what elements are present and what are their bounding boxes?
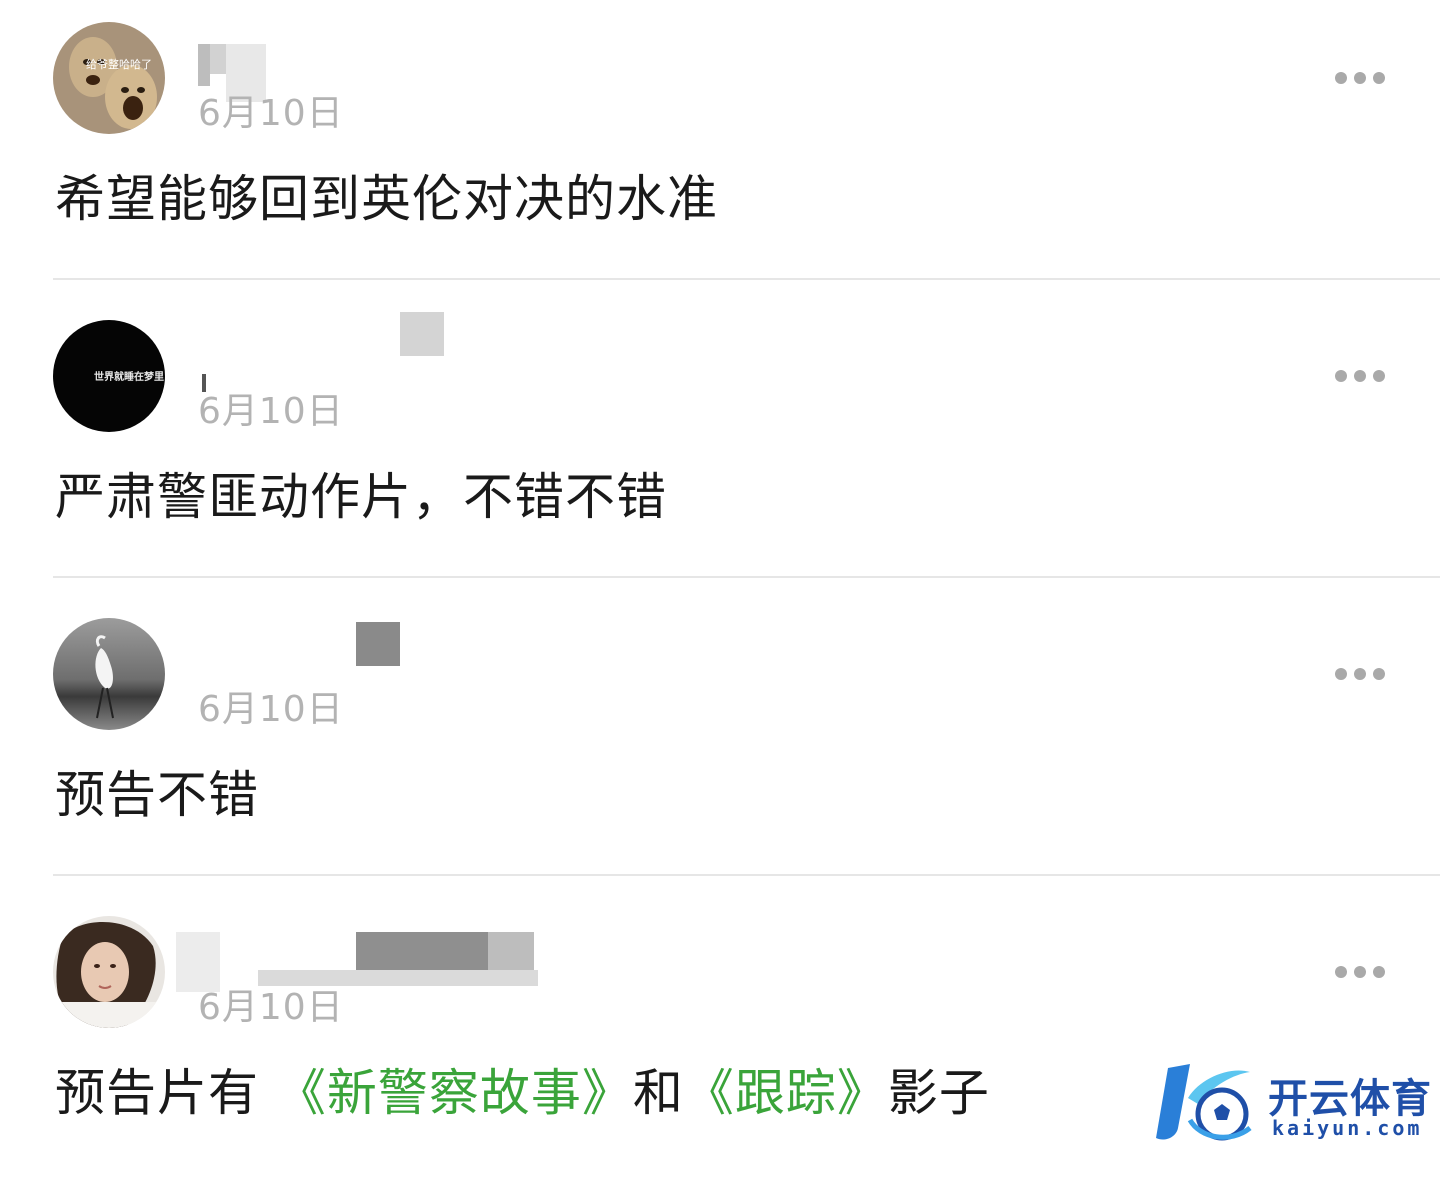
divider [53,576,1440,578]
comment-date: 6月10日 [198,391,344,432]
dot-icon [1335,72,1347,84]
watermark-domain: kaiyun.com [1272,1116,1423,1140]
avatar-caption: 世界就睡在梦里 [94,370,164,383]
dot-icon [1373,966,1385,978]
username-redacted[interactable] [198,618,558,690]
divider [53,278,1440,280]
dot-icon [1373,370,1385,382]
comment-text-segment: 预告不错 [55,766,259,824]
comment-text-segment: 影子 [887,1064,990,1122]
dot-icon [1373,72,1385,84]
dot-icon [1335,668,1347,680]
woman-portrait-avatar-icon [53,916,165,1028]
comment-item: 6月10日 预告不错 [0,596,1440,894]
k-soccer-logo-icon [1156,1064,1252,1141]
egret-beach-avatar-icon [53,618,165,730]
movie-title-link[interactable]: 《跟踪》 [684,1064,888,1122]
comment-date: 6月10日 [198,987,344,1028]
avatar[interactable] [53,916,165,1028]
avatar[interactable]: 给爷整哈哈了 [53,22,165,134]
comment-text-segment: 严肃警匪动作片，不错不错 [55,468,667,526]
comment-text: 严肃警匪动作片，不错不错 [55,462,667,532]
dot-icon [1354,370,1366,382]
dot-icon [1354,72,1366,84]
comment-text-segment: 希望能够回到英伦对决的水准 [55,170,718,228]
divider [53,874,1440,876]
comment-date: 6月10日 [198,93,344,134]
comment-date: 6月10日 [198,689,344,730]
comment-text-segment: 预告片有 [55,1064,276,1122]
dot-icon [1335,370,1347,382]
comment-text: 希望能够回到英伦对决的水准 [55,164,718,234]
more-options-button[interactable] [1335,364,1385,388]
more-options-button[interactable] [1335,960,1385,984]
avatar[interactable] [53,618,165,730]
dot-icon [1354,668,1366,680]
dot-icon [1373,668,1385,680]
comment-text: 预告不错 [55,760,259,830]
dot-icon [1354,966,1366,978]
comment-item: 世界就睡在梦里 6月10日 严肃警匪动作片，不错不错 [0,298,1440,596]
comment-text-segment: 和 [632,1064,684,1122]
dark-text-avatar-icon: 世界就睡在梦里 [53,320,165,432]
watermark-logo: 开云体育 kaiyun.com [1150,1058,1431,1148]
comment-item: 给爷整哈哈了 6月10日 希望能够回到英伦对决的水准 [0,0,1440,298]
comment-text: 预告片有 《新警察故事》和《跟踪》影子 [55,1058,990,1128]
meme-face-avatar-icon: 给爷整哈哈了 [53,22,165,134]
username-redacted[interactable] [198,22,558,102]
username-redacted[interactable] [198,312,558,392]
movie-title-link[interactable]: 《新警察故事》 [276,1064,633,1122]
avatar-caption: 给爷整哈哈了 [86,57,152,71]
avatar[interactable]: 世界就睡在梦里 [53,320,165,432]
dot-icon [1335,966,1347,978]
username-redacted[interactable] [176,916,558,992]
more-options-button[interactable] [1335,66,1385,90]
more-options-button[interactable] [1335,662,1385,686]
